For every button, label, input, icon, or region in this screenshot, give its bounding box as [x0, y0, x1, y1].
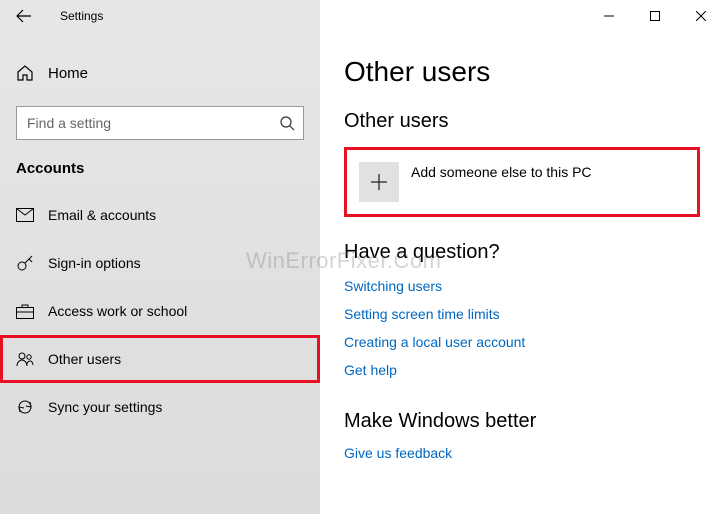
nav-item-label: Other users: [48, 351, 121, 367]
add-user-label: Add someone else to this PC: [411, 162, 592, 180]
title-bar-left: Settings: [0, 0, 320, 32]
nav-item-label: Access work or school: [48, 303, 187, 319]
key-icon: [16, 254, 34, 272]
plus-icon: [370, 173, 388, 191]
nav-home-label: Home: [48, 65, 88, 82]
search-box: [16, 106, 304, 140]
nav-item-label: Email & accounts: [48, 207, 156, 223]
have-question-heading: Have a question?: [344, 241, 700, 264]
sidebar: Home Accounts Email & accounts: [0, 32, 320, 514]
title-bar: Settings: [0, 0, 724, 32]
main-panel: Other users Other users Add someone else…: [320, 32, 724, 514]
search-icon[interactable]: [278, 114, 296, 132]
nav-item-signin-options[interactable]: Sign-in options: [0, 239, 320, 287]
section-other-users-heading: Other users: [344, 110, 700, 133]
close-icon: [696, 11, 706, 21]
maximize-icon: [650, 11, 660, 21]
window-controls: [586, 0, 724, 32]
minimize-icon: [604, 11, 614, 21]
nav-item-label: Sync your settings: [48, 399, 162, 415]
sidebar-section-title: Accounts: [0, 160, 320, 191]
app-title: Settings: [60, 9, 103, 23]
link-screen-time[interactable]: Setting screen time limits: [344, 306, 500, 322]
nav-item-sync-settings[interactable]: Sync your settings: [0, 383, 320, 431]
sync-icon: [16, 398, 34, 416]
briefcase-icon: [16, 303, 34, 319]
make-windows-better-heading: Make Windows better: [344, 410, 700, 433]
maximize-button[interactable]: [632, 0, 678, 32]
settings-window: Settings Home: [0, 0, 724, 514]
link-feedback[interactable]: Give us feedback: [344, 445, 452, 461]
back-button[interactable]: [0, 0, 48, 32]
nav-list: Email & accounts Sign-in options Access …: [0, 191, 320, 431]
users-icon: [16, 350, 34, 368]
title-bar-right: [320, 0, 724, 32]
nav-item-email-accounts[interactable]: Email & accounts: [0, 191, 320, 239]
page-title: Other users: [344, 56, 700, 88]
add-user-button[interactable]: Add someone else to this PC: [344, 147, 700, 217]
help-links: Switching users Setting screen time limi…: [344, 278, 700, 380]
link-local-account[interactable]: Creating a local user account: [344, 334, 525, 350]
mail-icon: [16, 208, 34, 222]
minimize-button[interactable]: [586, 0, 632, 32]
back-arrow-icon: [16, 8, 32, 24]
home-icon: [16, 64, 34, 82]
window-body: Home Accounts Email & accounts: [0, 32, 724, 514]
nav-home[interactable]: Home: [0, 56, 320, 90]
plus-icon-box: [359, 162, 399, 202]
nav-item-other-users[interactable]: Other users: [0, 335, 320, 383]
link-switching-users[interactable]: Switching users: [344, 278, 442, 294]
nav-item-label: Sign-in options: [48, 255, 141, 271]
link-get-help[interactable]: Get help: [344, 362, 397, 378]
search-input[interactable]: [16, 106, 304, 140]
nav-item-access-work-school[interactable]: Access work or school: [0, 287, 320, 335]
close-button[interactable]: [678, 0, 724, 32]
